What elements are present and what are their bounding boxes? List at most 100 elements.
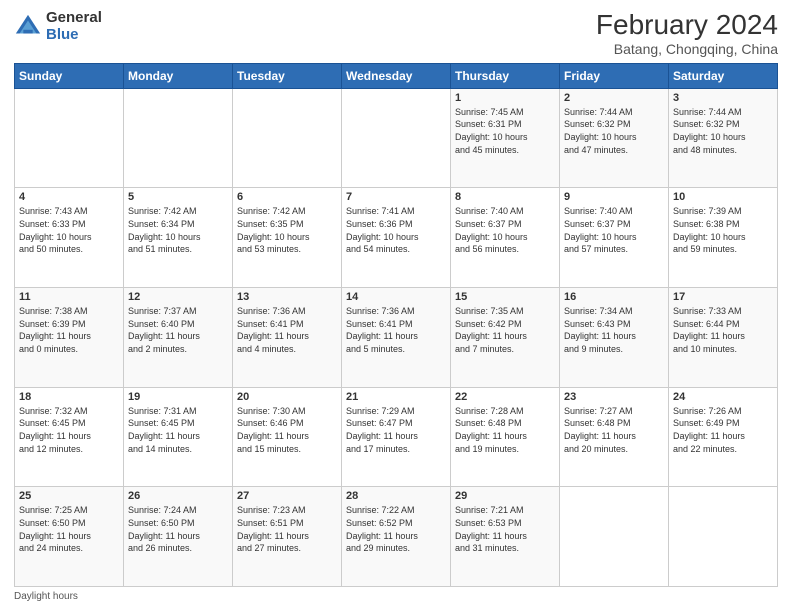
day-info: Sunrise: 7:43 AMSunset: 6:33 PMDaylight:… xyxy=(19,205,119,255)
day-info: Sunrise: 7:39 AMSunset: 6:38 PMDaylight:… xyxy=(673,205,773,255)
calendar-cell: 14 Sunrise: 7:36 AMSunset: 6:41 PMDayligh… xyxy=(342,288,451,388)
footer: Daylight hours xyxy=(14,591,778,602)
day-number: 27 xyxy=(237,490,337,502)
calendar-cell: 21 Sunrise: 7:29 AMSunset: 6:47 PMDayligh… xyxy=(342,387,451,487)
calendar-cell: 11 Sunrise: 7:38 AMSunset: 6:39 PMDayligh… xyxy=(15,288,124,388)
day-header-row: SundayMondayTuesdayWednesdayThursdayFrid… xyxy=(15,63,778,88)
day-number: 15 xyxy=(455,291,555,303)
calendar-cell: 10Sunrise: 7:39 AMSunset: 6:38 PMDayligh… xyxy=(669,188,778,288)
day-info: Sunrise: 7:26 AMSunset: 6:49 PMDaylight:… xyxy=(673,405,773,455)
calendar-cell: 5 Sunrise: 7:42 AMSunset: 6:34 PMDaylight… xyxy=(124,188,233,288)
calendar-cell: 12 Sunrise: 7:37 AMSunset: 6:40 PMDayligh… xyxy=(124,288,233,388)
day-info: Sunrise: 7:32 AMSunset: 6:45 PMDaylight:… xyxy=(19,405,119,455)
day-number: 24 xyxy=(673,391,773,403)
day-number: 3 xyxy=(673,92,773,104)
title-block: February 2024 Batang, Chongqing, China xyxy=(596,10,778,57)
day-number: 17 xyxy=(673,291,773,303)
day-info: Sunrise: 7:22 AMSunset: 6:52 PMDaylight:… xyxy=(346,504,446,554)
week-row-2: 11 Sunrise: 7:38 AMSunset: 6:39 PMDayligh… xyxy=(15,288,778,388)
calendar-cell: 2 Sunrise: 7:44 AMSunset: 6:32 PMDaylight… xyxy=(560,88,669,188)
day-number: 2 xyxy=(564,92,664,104)
calendar-cell: 6 Sunrise: 7:42 AMSunset: 6:35 PMDaylight… xyxy=(233,188,342,288)
calendar-cell: 20Sunrise: 7:30 AMSunset: 6:46 PMDayligh… xyxy=(233,387,342,487)
week-row-0: 1Sunrise: 7:45 AMSunset: 6:31 PMDaylight… xyxy=(15,88,778,188)
day-info: Sunrise: 7:28 AMSunset: 6:48 PMDaylight:… xyxy=(455,405,555,455)
day-number: 28 xyxy=(346,490,446,502)
calendar-cell: 1Sunrise: 7:45 AMSunset: 6:31 PMDaylight… xyxy=(451,88,560,188)
daylight-hours-label: Daylight hours xyxy=(14,591,78,602)
day-number: 16 xyxy=(564,291,664,303)
calendar-cell: 15 Sunrise: 7:35 AMSunset: 6:42 PMDayligh… xyxy=(451,288,560,388)
day-info: Sunrise: 7:42 AMSunset: 6:34 PMDaylight:… xyxy=(128,205,228,255)
calendar-cell: 7 Sunrise: 7:41 AMSunset: 6:36 PMDaylight… xyxy=(342,188,451,288)
day-header-saturday: Saturday xyxy=(669,63,778,88)
day-header-friday: Friday xyxy=(560,63,669,88)
day-info: Sunrise: 7:35 AMSunset: 6:42 PMDaylight:… xyxy=(455,305,555,355)
calendar-cell: 27Sunrise: 7:23 AMSunset: 6:51 PMDayligh… xyxy=(233,487,342,587)
day-header-tuesday: Tuesday xyxy=(233,63,342,88)
calendar-cell: 8Sunrise: 7:40 AMSunset: 6:37 PMDaylight… xyxy=(451,188,560,288)
calendar-cell xyxy=(342,88,451,188)
calendar-cell: 9Sunrise: 7:40 AMSunset: 6:37 PMDaylight… xyxy=(560,188,669,288)
day-info: Sunrise: 7:25 AMSunset: 6:50 PMDaylight:… xyxy=(19,504,119,554)
day-info: Sunrise: 7:41 AMSunset: 6:36 PMDaylight:… xyxy=(346,205,446,255)
day-info: Sunrise: 7:36 AMSunset: 6:41 PMDaylight:… xyxy=(346,305,446,355)
day-number: 4 xyxy=(19,191,119,203)
day-info: Sunrise: 7:40 AMSunset: 6:37 PMDaylight:… xyxy=(564,205,664,255)
calendar: SundayMondayTuesdayWednesdayThursdayFrid… xyxy=(14,63,778,587)
day-number: 6 xyxy=(237,191,337,203)
calendar-cell: 25Sunrise: 7:25 AMSunset: 6:50 PMDayligh… xyxy=(15,487,124,587)
day-header-wednesday: Wednesday xyxy=(342,63,451,88)
day-info: Sunrise: 7:44 AMSunset: 6:32 PMDaylight:… xyxy=(673,106,773,156)
calendar-cell xyxy=(669,487,778,587)
day-number: 1 xyxy=(455,92,555,104)
calendar-cell: 22 Sunrise: 7:28 AMSunset: 6:48 PMDayligh… xyxy=(451,387,560,487)
calendar-cell: 24 Sunrise: 7:26 AMSunset: 6:49 PMDayligh… xyxy=(669,387,778,487)
day-number: 23 xyxy=(564,391,664,403)
day-header-monday: Monday xyxy=(124,63,233,88)
calendar-cell xyxy=(233,88,342,188)
calendar-cell: 26Sunrise: 7:24 AMSunset: 6:50 PMDayligh… xyxy=(124,487,233,587)
day-number: 5 xyxy=(128,191,228,203)
calendar-cell: 23Sunrise: 7:27 AMSunset: 6:48 PMDayligh… xyxy=(560,387,669,487)
day-info: Sunrise: 7:40 AMSunset: 6:37 PMDaylight:… xyxy=(455,205,555,255)
day-info: Sunrise: 7:34 AMSunset: 6:43 PMDaylight:… xyxy=(564,305,664,355)
day-info: Sunrise: 7:36 AMSunset: 6:41 PMDaylight:… xyxy=(237,305,337,355)
subtitle: Batang, Chongqing, China xyxy=(596,41,778,57)
day-number: 14 xyxy=(346,291,446,303)
calendar-cell: 17Sunrise: 7:33 AMSunset: 6:44 PMDayligh… xyxy=(669,288,778,388)
day-number: 12 xyxy=(128,291,228,303)
logo-text: General Blue xyxy=(46,10,102,43)
calendar-cell xyxy=(15,88,124,188)
calendar-cell: 13Sunrise: 7:36 AMSunset: 6:41 PMDayligh… xyxy=(233,288,342,388)
day-info: Sunrise: 7:37 AMSunset: 6:40 PMDaylight:… xyxy=(128,305,228,355)
calendar-cell: 19Sunrise: 7:31 AMSunset: 6:45 PMDayligh… xyxy=(124,387,233,487)
day-header-sunday: Sunday xyxy=(15,63,124,88)
calendar-cell: 16 Sunrise: 7:34 AMSunset: 6:43 PMDayligh… xyxy=(560,288,669,388)
day-number: 22 xyxy=(455,391,555,403)
logo: General Blue xyxy=(14,10,102,43)
day-number: 11 xyxy=(19,291,119,303)
day-info: Sunrise: 7:31 AMSunset: 6:45 PMDaylight:… xyxy=(128,405,228,455)
week-row-3: 18 Sunrise: 7:32 AMSunset: 6:45 PMDayligh… xyxy=(15,387,778,487)
calendar-cell: 29Sunrise: 7:21 AMSunset: 6:53 PMDayligh… xyxy=(451,487,560,587)
day-info: Sunrise: 7:30 AMSunset: 6:46 PMDaylight:… xyxy=(237,405,337,455)
main-title: February 2024 xyxy=(596,10,778,41)
day-info: Sunrise: 7:42 AMSunset: 6:35 PMDaylight:… xyxy=(237,205,337,255)
day-number: 18 xyxy=(19,391,119,403)
day-info: Sunrise: 7:24 AMSunset: 6:50 PMDaylight:… xyxy=(128,504,228,554)
day-number: 21 xyxy=(346,391,446,403)
logo-blue: Blue xyxy=(46,27,102,44)
week-row-1: 4 Sunrise: 7:43 AMSunset: 6:33 PMDaylight… xyxy=(15,188,778,288)
day-info: Sunrise: 7:29 AMSunset: 6:47 PMDaylight:… xyxy=(346,405,446,455)
week-row-4: 25Sunrise: 7:25 AMSunset: 6:50 PMDayligh… xyxy=(15,487,778,587)
calendar-cell xyxy=(560,487,669,587)
calendar-cell xyxy=(124,88,233,188)
day-number: 7 xyxy=(346,191,446,203)
day-info: Sunrise: 7:38 AMSunset: 6:39 PMDaylight:… xyxy=(19,305,119,355)
day-info: Sunrise: 7:44 AMSunset: 6:32 PMDaylight:… xyxy=(564,106,664,156)
calendar-cell: 28 Sunrise: 7:22 AMSunset: 6:52 PMDayligh… xyxy=(342,487,451,587)
logo-general: General xyxy=(46,10,102,27)
calendar-cell: 4 Sunrise: 7:43 AMSunset: 6:33 PMDaylight… xyxy=(15,188,124,288)
calendar-cell: 3 Sunrise: 7:44 AMSunset: 6:32 PMDaylight… xyxy=(669,88,778,188)
